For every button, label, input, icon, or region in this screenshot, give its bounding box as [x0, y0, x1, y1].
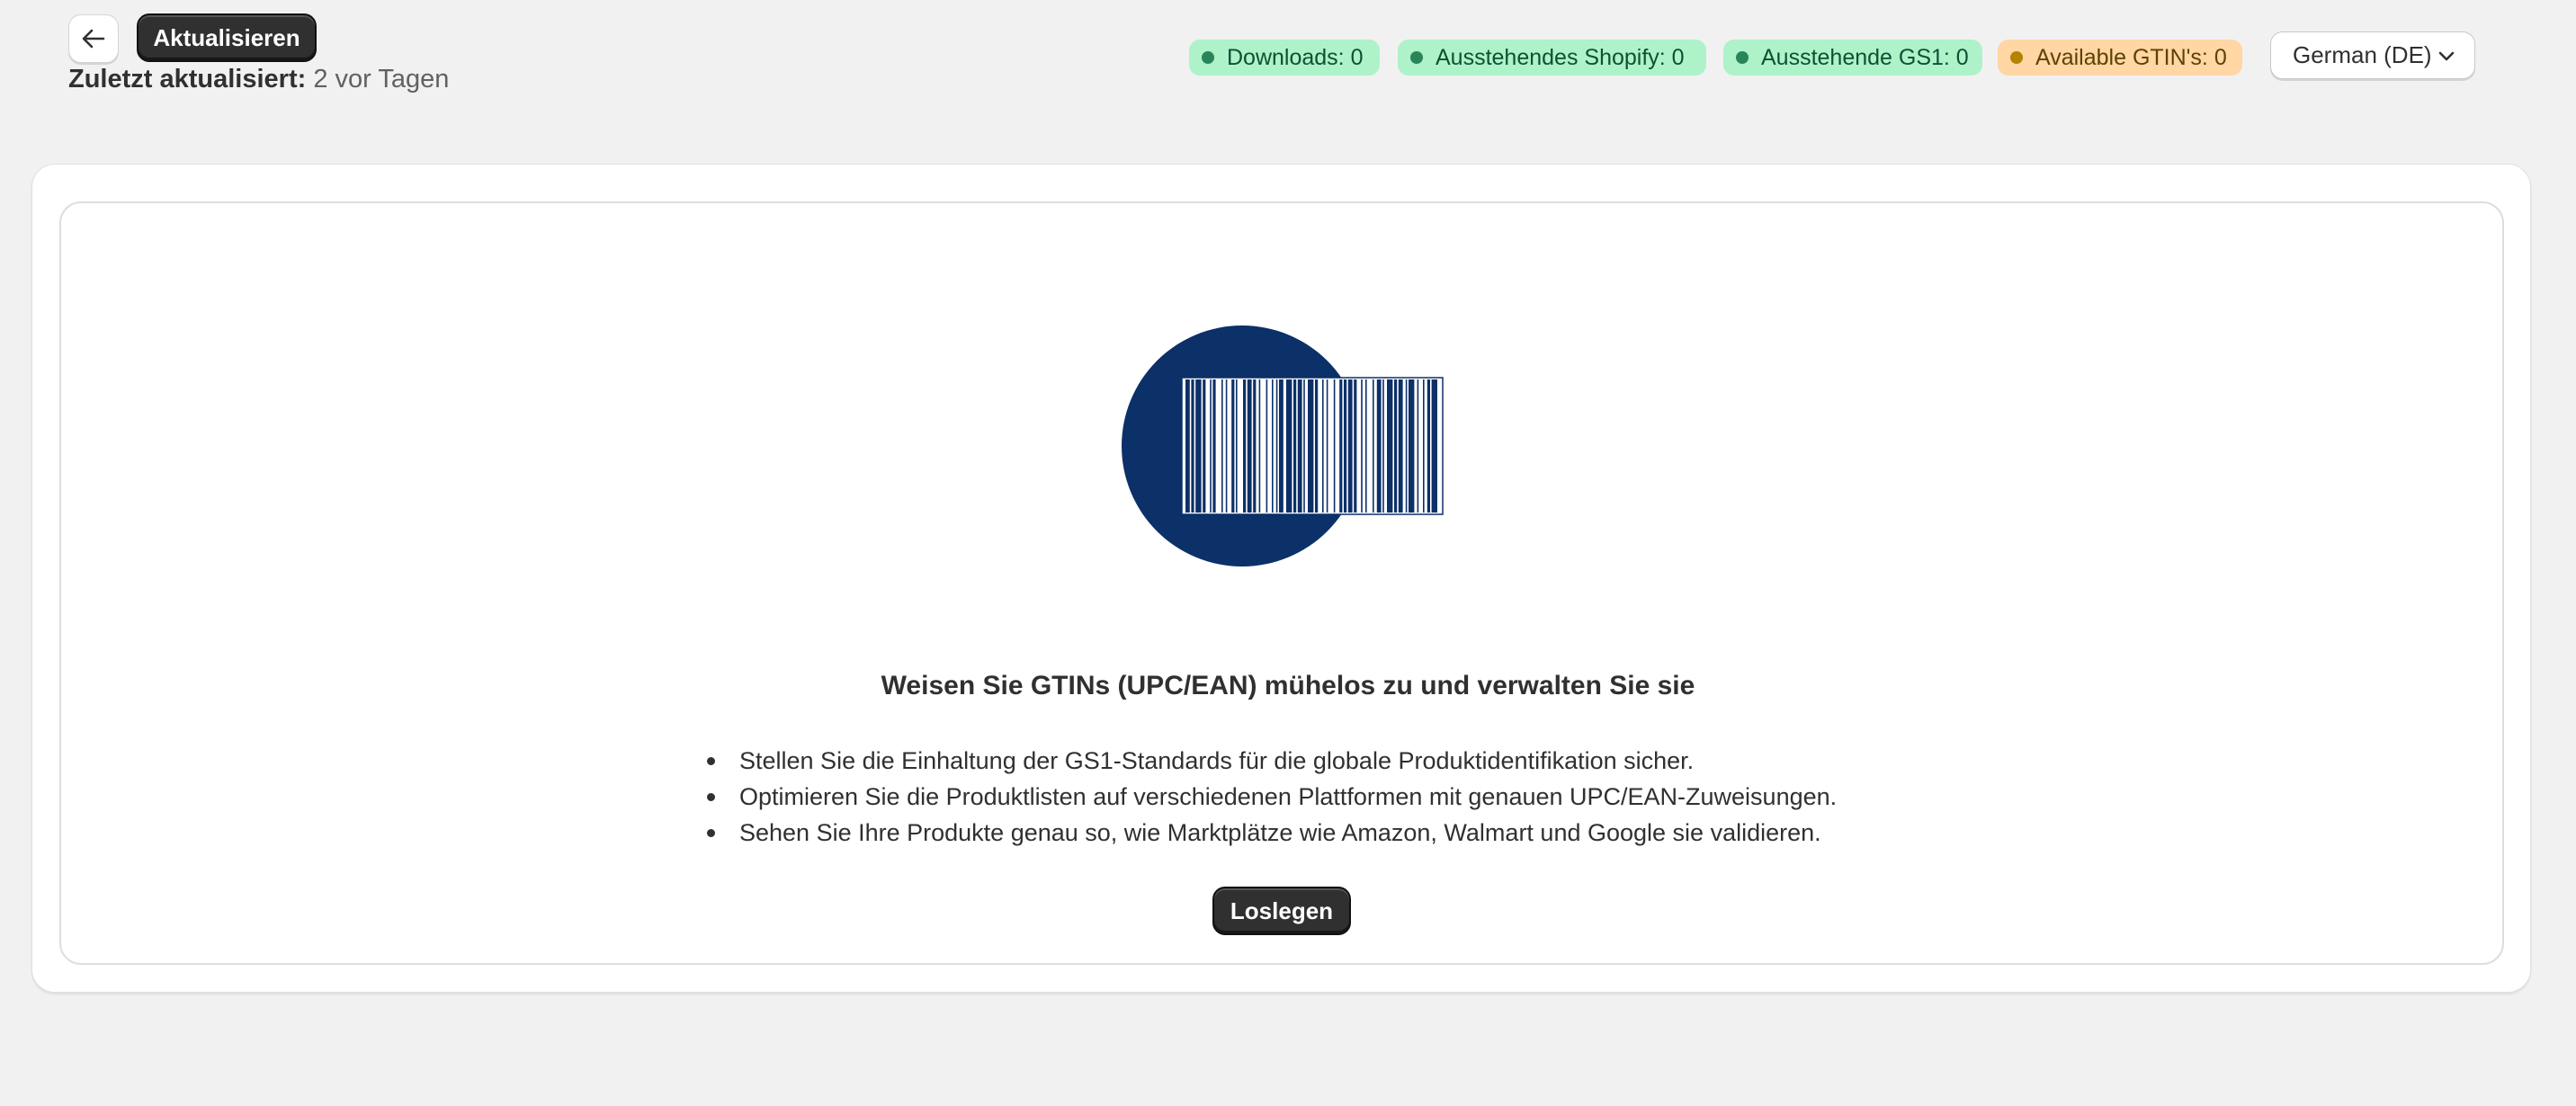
barcode-bar	[1225, 379, 1228, 513]
barcode-bar	[1195, 379, 1202, 513]
empty-state-heading: Weisen Sie GTINs (UPC/EAN) mühelos zu un…	[881, 671, 1695, 700]
barcode-bar	[1203, 379, 1206, 513]
barcode-bar	[1382, 379, 1384, 513]
badge-pending-gs1: Ausstehende GS1: 0	[1723, 40, 1982, 76]
feature-text: Optimieren Sie die Produktlisten auf ver…	[739, 783, 1838, 810]
badge-label: Ausstehende GS1: 0	[1761, 44, 1969, 70]
barcode-bar	[1297, 379, 1302, 513]
bullet-icon	[707, 829, 715, 837]
barcode-bar	[1272, 379, 1274, 513]
barcode-bar	[1409, 379, 1415, 513]
barcode-bar	[1243, 379, 1247, 513]
barcode-bar	[1258, 379, 1261, 513]
barcode-bar	[1423, 379, 1425, 513]
barcode-bar	[1326, 379, 1328, 513]
badge-available-gtins: Available GTIN's: 0	[1998, 40, 2242, 76]
feature-text: Sehen Sie Ihre Produkte genau so, wie Ma…	[739, 819, 1821, 846]
barcode-bar	[1405, 379, 1408, 513]
barcode-bar	[1333, 379, 1336, 513]
barcode-bar	[1266, 379, 1268, 513]
barcode-bar	[1339, 379, 1343, 513]
barcode-bar	[1253, 379, 1257, 513]
barcode-bar	[1191, 379, 1194, 513]
barcode-bar	[1212, 379, 1216, 513]
back-button[interactable]	[68, 14, 119, 63]
status-dot-icon	[2010, 51, 2023, 64]
barcode-bar	[1286, 379, 1292, 513]
chevron-down-icon	[2438, 51, 2455, 61]
feature-list: Stellen Sie die Einhaltung der GS1-Stand…	[703, 743, 1837, 851]
page-header: Aktualisieren Zuletzt aktualisiert: 2 vo…	[0, 0, 2576, 135]
bullet-icon	[707, 793, 715, 801]
feature-item: Sehen Sie Ihre Produkte genau so, wie Ma…	[703, 815, 1837, 851]
barcode-bar	[1431, 379, 1437, 513]
refresh-button[interactable]: Aktualisieren	[137, 13, 317, 62]
last-updated-label: Zuletzt aktualisiert:	[68, 65, 307, 94]
barcode-bar	[1322, 379, 1324, 513]
barcode-bar	[1275, 379, 1278, 513]
status-dot-icon	[1410, 51, 1423, 64]
feature-text: Stellen Sie die Einhaltung der GS1-Stand…	[739, 747, 1695, 774]
bullet-icon	[707, 757, 715, 765]
barcode-bar	[1344, 379, 1347, 513]
barcode-bar	[1394, 379, 1398, 513]
barcode-bar	[1398, 379, 1403, 513]
barcode-bar	[1376, 379, 1382, 513]
barcode-bar	[1236, 379, 1238, 513]
barcode-bar	[1279, 379, 1284, 513]
badge-downloads: Downloads: 0	[1189, 40, 1380, 76]
badge-label: Ausstehendes Shopify: 0	[1436, 44, 1685, 70]
barcode-bar	[1315, 379, 1319, 513]
barcode-bar	[1387, 379, 1393, 513]
badge-label: Available GTIN's: 0	[2035, 44, 2227, 70]
barcode-bar	[1308, 379, 1314, 513]
language-select[interactable]: German (DE)	[2270, 31, 2475, 79]
status-dot-icon	[1736, 51, 1749, 64]
barcode-bar	[1361, 379, 1363, 513]
status-dot-icon	[1202, 51, 1214, 64]
language-select-value: German (DE)	[2293, 41, 2432, 68]
get-started-button[interactable]: Loslegen	[1212, 887, 1351, 935]
badge-pending-shopify: Ausstehendes Shopify: 0	[1398, 40, 1706, 76]
barcode-bar	[1210, 379, 1212, 513]
barcode-bar	[1247, 379, 1252, 513]
barcode-bar	[1427, 379, 1430, 513]
feature-item: Stellen Sie die Einhaltung der GS1-Stand…	[703, 743, 1837, 779]
barcode-bar	[1221, 379, 1223, 513]
feature-item: Optimieren Sie die Produktlisten auf ver…	[703, 779, 1837, 815]
barcode-bar	[1347, 379, 1353, 513]
barcode-bar	[1185, 379, 1190, 513]
barcode-bar	[1231, 379, 1235, 513]
barcode-bar	[1373, 379, 1374, 513]
last-updated-value: 2 vor Tagen	[313, 65, 450, 94]
barcode-bar	[1354, 379, 1357, 513]
barcode-bar	[1417, 379, 1419, 513]
barcode-bar	[1293, 379, 1297, 513]
last-updated: Zuletzt aktualisiert: 2 vor Tagen	[68, 65, 449, 94]
arrow-left-icon	[82, 29, 105, 49]
barcode-bar	[1365, 379, 1367, 513]
barcode-bar	[1303, 379, 1305, 513]
barcode-illustration	[1122, 326, 1444, 566]
badge-label: Downloads: 0	[1227, 44, 1364, 70]
